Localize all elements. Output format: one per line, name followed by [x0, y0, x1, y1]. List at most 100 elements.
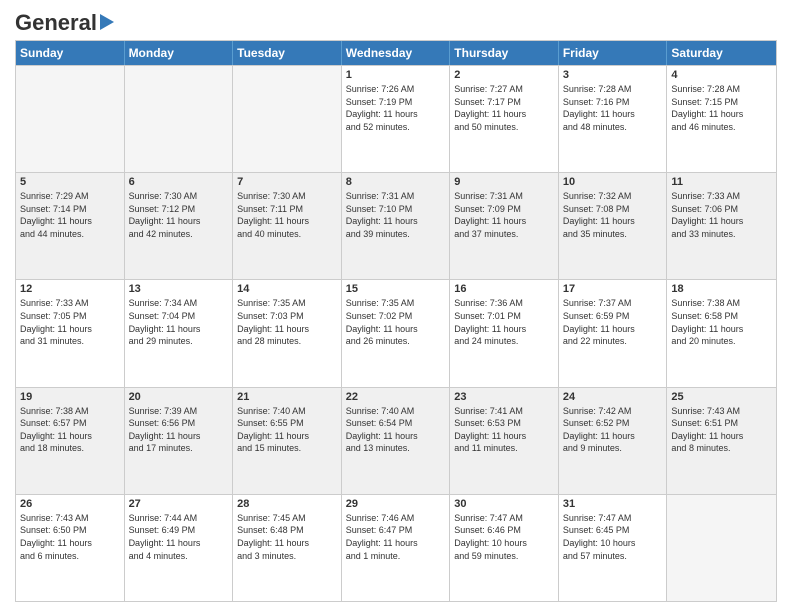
cal-cell: 7 Sunrise: 7:30 AM Sunset: 7:11 PM Daylig…: [233, 173, 342, 279]
header: General: [15, 10, 777, 32]
cell-info: Sunrise: 7:43 AM Sunset: 6:51 PM Dayligh…: [671, 405, 772, 455]
page: General SundayMondayTuesdayWednesdayThur…: [0, 0, 792, 612]
day-number: 28: [237, 498, 337, 510]
calendar-row-1: 1Sunrise: 7:26 AM Sunset: 7:19 PM Daylig…: [16, 65, 776, 172]
day-number: 22: [346, 391, 446, 403]
day-number: 16: [454, 283, 554, 295]
day-number: 27: [129, 498, 229, 510]
logo: General: [15, 10, 114, 32]
cal-cell: 2 Sunrise: 7:27 AM Sunset: 7:17 PM Daylig…: [450, 66, 559, 172]
day-number: 7: [237, 176, 337, 188]
cell-info: Sunrise: 7:34 AM Sunset: 7:04 PM Dayligh…: [129, 297, 229, 347]
cal-cell: 21 Sunrise: 7:40 AM Sunset: 6:55 PM Dayli…: [233, 388, 342, 494]
cal-cell: 14 Sunrise: 7:35 AM Sunset: 7:03 PM Dayli…: [233, 280, 342, 386]
cell-info: Sunrise: 7:28 AM Sunset: 7:15 PM Dayligh…: [671, 83, 772, 133]
cell-info: Sunrise: 7:42 AM Sunset: 6:52 PM Dayligh…: [563, 405, 663, 455]
cal-cell: 12 Sunrise: 7:33 AM Sunset: 7:05 PM Dayli…: [16, 280, 125, 386]
day-number: 24: [563, 391, 663, 403]
cal-cell: 23Sunrise: 7:41 AM Sunset: 6:53 PM Dayli…: [450, 388, 559, 494]
cal-cell: [667, 495, 776, 601]
day-number: 3: [563, 69, 663, 81]
cell-info: Sunrise: 7:32 AM Sunset: 7:08 PM Dayligh…: [563, 190, 663, 240]
cell-info: Sunrise: 7:36 AM Sunset: 7:01 PM Dayligh…: [454, 297, 554, 347]
day-number: 29: [346, 498, 446, 510]
header-day-tuesday: Tuesday: [233, 41, 342, 65]
calendar-row-5: 26Sunrise: 7:43 AM Sunset: 6:50 PM Dayli…: [16, 494, 776, 601]
cal-cell: 19Sunrise: 7:38 AM Sunset: 6:57 PM Dayli…: [16, 388, 125, 494]
cal-cell: 29 Sunrise: 7:46 AM Sunset: 6:47 PM Dayli…: [342, 495, 451, 601]
cell-info: Sunrise: 7:28 AM Sunset: 7:16 PM Dayligh…: [563, 83, 663, 133]
cell-info: Sunrise: 7:31 AM Sunset: 7:09 PM Dayligh…: [454, 190, 554, 240]
cal-cell: 22 Sunrise: 7:40 AM Sunset: 6:54 PM Dayli…: [342, 388, 451, 494]
cal-cell: 9Sunrise: 7:31 AM Sunset: 7:09 PM Daylig…: [450, 173, 559, 279]
logo-triangle: [100, 14, 114, 30]
header-day-monday: Monday: [125, 41, 234, 65]
day-number: 31: [563, 498, 663, 510]
day-number: 30: [454, 498, 554, 510]
day-number: 6: [129, 176, 229, 188]
cell-info: Sunrise: 7:41 AM Sunset: 6:53 PM Dayligh…: [454, 405, 554, 455]
header-day-thursday: Thursday: [450, 41, 559, 65]
header-day-sunday: Sunday: [16, 41, 125, 65]
day-number: 5: [20, 176, 120, 188]
cal-cell: 28 Sunrise: 7:45 AM Sunset: 6:48 PM Dayli…: [233, 495, 342, 601]
calendar-row-3: 12 Sunrise: 7:33 AM Sunset: 7:05 PM Dayli…: [16, 279, 776, 386]
day-number: 4: [671, 69, 772, 81]
cell-info: Sunrise: 7:33 AM Sunset: 7:06 PM Dayligh…: [671, 190, 772, 240]
cell-info: Sunrise: 7:40 AM Sunset: 6:54 PM Dayligh…: [346, 405, 446, 455]
day-number: 14: [237, 283, 337, 295]
cell-info: Sunrise: 7:29 AM Sunset: 7:14 PM Dayligh…: [20, 190, 120, 240]
header-day-wednesday: Wednesday: [342, 41, 451, 65]
cal-cell: 3 Sunrise: 7:28 AM Sunset: 7:16 PM Daylig…: [559, 66, 668, 172]
cal-cell: 26Sunrise: 7:43 AM Sunset: 6:50 PM Dayli…: [16, 495, 125, 601]
day-number: 8: [346, 176, 446, 188]
cal-cell: 5 Sunrise: 7:29 AM Sunset: 7:14 PM Daylig…: [16, 173, 125, 279]
cell-info: Sunrise: 7:38 AM Sunset: 6:58 PM Dayligh…: [671, 297, 772, 347]
cell-info: Sunrise: 7:47 AM Sunset: 6:45 PM Dayligh…: [563, 512, 663, 562]
header-day-friday: Friday: [559, 41, 668, 65]
calendar-row-2: 5 Sunrise: 7:29 AM Sunset: 7:14 PM Daylig…: [16, 172, 776, 279]
cal-cell: 11 Sunrise: 7:33 AM Sunset: 7:06 PM Dayli…: [667, 173, 776, 279]
cal-cell: 25Sunrise: 7:43 AM Sunset: 6:51 PM Dayli…: [667, 388, 776, 494]
cal-cell: 27 Sunrise: 7:44 AM Sunset: 6:49 PM Dayli…: [125, 495, 234, 601]
cell-info: Sunrise: 7:43 AM Sunset: 6:50 PM Dayligh…: [20, 512, 120, 562]
cell-info: Sunrise: 7:35 AM Sunset: 7:03 PM Dayligh…: [237, 297, 337, 347]
cal-cell: [233, 66, 342, 172]
cell-info: Sunrise: 7:40 AM Sunset: 6:55 PM Dayligh…: [237, 405, 337, 455]
day-number: 2: [454, 69, 554, 81]
day-number: 18: [671, 283, 772, 295]
day-number: 13: [129, 283, 229, 295]
calendar-body: 1Sunrise: 7:26 AM Sunset: 7:19 PM Daylig…: [16, 65, 776, 601]
cal-cell: 10Sunrise: 7:32 AM Sunset: 7:08 PM Dayli…: [559, 173, 668, 279]
cal-cell: 17Sunrise: 7:37 AM Sunset: 6:59 PM Dayli…: [559, 280, 668, 386]
day-number: 21: [237, 391, 337, 403]
cal-cell: 18 Sunrise: 7:38 AM Sunset: 6:58 PM Dayli…: [667, 280, 776, 386]
cal-cell: [125, 66, 234, 172]
cal-cell: [16, 66, 125, 172]
cal-cell: 15 Sunrise: 7:35 AM Sunset: 7:02 PM Dayli…: [342, 280, 451, 386]
cell-info: Sunrise: 7:44 AM Sunset: 6:49 PM Dayligh…: [129, 512, 229, 562]
cell-info: Sunrise: 7:45 AM Sunset: 6:48 PM Dayligh…: [237, 512, 337, 562]
cal-cell: 20Sunrise: 7:39 AM Sunset: 6:56 PM Dayli…: [125, 388, 234, 494]
day-number: 12: [20, 283, 120, 295]
cal-cell: 6 Sunrise: 7:30 AM Sunset: 7:12 PM Daylig…: [125, 173, 234, 279]
cell-info: Sunrise: 7:27 AM Sunset: 7:17 PM Dayligh…: [454, 83, 554, 133]
day-number: 15: [346, 283, 446, 295]
cell-info: Sunrise: 7:31 AM Sunset: 7:10 PM Dayligh…: [346, 190, 446, 240]
cell-info: Sunrise: 7:47 AM Sunset: 6:46 PM Dayligh…: [454, 512, 554, 562]
cal-cell: 4 Sunrise: 7:28 AM Sunset: 7:15 PM Daylig…: [667, 66, 776, 172]
cell-info: Sunrise: 7:30 AM Sunset: 7:12 PM Dayligh…: [129, 190, 229, 240]
calendar: SundayMondayTuesdayWednesdayThursdayFrid…: [15, 40, 777, 602]
cell-info: Sunrise: 7:30 AM Sunset: 7:11 PM Dayligh…: [237, 190, 337, 240]
cell-info: Sunrise: 7:33 AM Sunset: 7:05 PM Dayligh…: [20, 297, 120, 347]
cal-cell: 24 Sunrise: 7:42 AM Sunset: 6:52 PM Dayli…: [559, 388, 668, 494]
cell-info: Sunrise: 7:46 AM Sunset: 6:47 PM Dayligh…: [346, 512, 446, 562]
day-number: 11: [671, 176, 772, 188]
cell-info: Sunrise: 7:35 AM Sunset: 7:02 PM Dayligh…: [346, 297, 446, 347]
cell-info: Sunrise: 7:26 AM Sunset: 7:19 PM Dayligh…: [346, 83, 446, 133]
calendar-row-4: 19Sunrise: 7:38 AM Sunset: 6:57 PM Dayli…: [16, 387, 776, 494]
cal-cell: 30 Sunrise: 7:47 AM Sunset: 6:46 PM Dayli…: [450, 495, 559, 601]
day-number: 17: [563, 283, 663, 295]
calendar-header: SundayMondayTuesdayWednesdayThursdayFrid…: [16, 41, 776, 65]
cal-cell: 1Sunrise: 7:26 AM Sunset: 7:19 PM Daylig…: [342, 66, 451, 172]
